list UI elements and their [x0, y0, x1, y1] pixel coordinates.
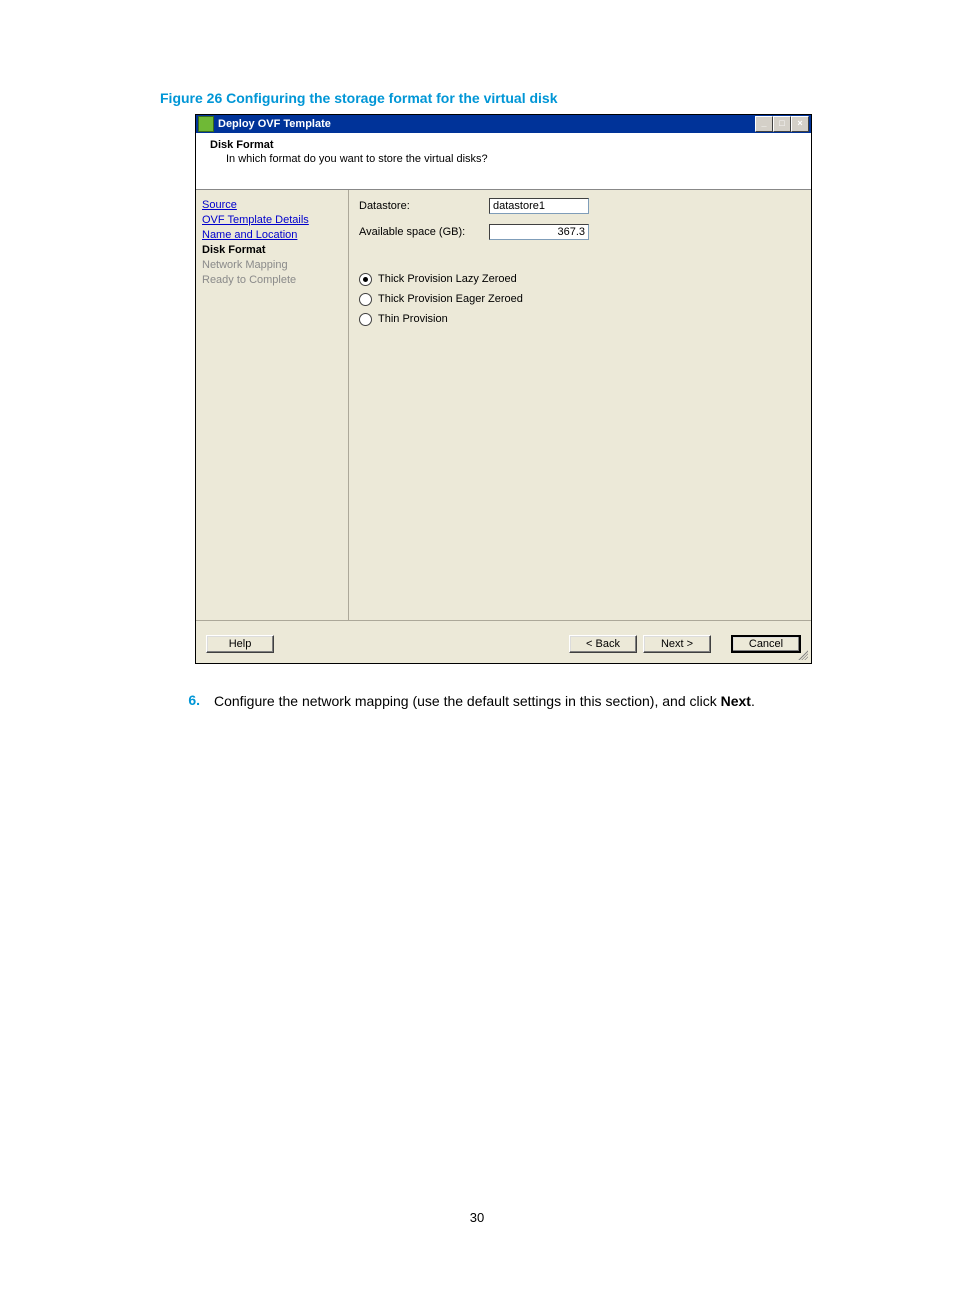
sidebar-item-network-mapping: Network Mapping — [202, 259, 288, 271]
radio-dot-icon — [359, 313, 372, 326]
sidebar-item-ovf-details[interactable]: OVF Template Details — [202, 214, 309, 226]
sidebar-item-name-location[interactable]: Name and Location — [202, 229, 297, 241]
sidebar-item-disk-format: Disk Format — [202, 244, 266, 256]
content-pane: Datastore: Available space (GB): Thick P… — [349, 190, 811, 620]
radio-label: Thick Provision Lazy Zeroed — [378, 273, 517, 285]
datastore-label: Datastore: — [359, 200, 489, 212]
step-text: Configure the network mapping (use the d… — [214, 692, 820, 712]
app-icon — [198, 116, 214, 132]
help-button[interactable]: Help — [206, 635, 274, 653]
radio-label: Thin Provision — [378, 313, 448, 325]
available-space-input — [489, 224, 589, 240]
header-title: Disk Format — [210, 139, 797, 151]
minimize-icon[interactable]: _ — [755, 116, 773, 132]
dialog-header: Disk Format In which format do you want … — [196, 133, 811, 190]
header-subtitle: In which format do you want to store the… — [226, 153, 797, 165]
radio-thick-eager[interactable]: Thick Provision Eager Zeroed — [359, 290, 801, 308]
radio-label: Thick Provision Eager Zeroed — [378, 293, 523, 305]
cancel-button[interactable]: Cancel — [731, 635, 801, 653]
instruction-step: 6. Configure the network mapping (use th… — [160, 692, 820, 712]
available-space-label: Available space (GB): — [359, 226, 489, 238]
page-number: 30 — [0, 1210, 954, 1225]
resize-grip-icon[interactable] — [796, 648, 808, 660]
step-number: 6. — [160, 692, 214, 708]
radio-dot-icon — [359, 273, 372, 286]
wizard-sidebar: Source OVF Template Details Name and Loc… — [196, 190, 349, 620]
dialog-deploy-ovf: Deploy OVF Template _ □ × Disk Format In… — [195, 114, 812, 664]
dialog-footer: Help < Back Next > Cancel — [196, 620, 811, 663]
window-title: Deploy OVF Template — [218, 118, 755, 130]
close-icon[interactable]: × — [791, 116, 809, 132]
sidebar-item-ready-complete: Ready to Complete — [202, 274, 296, 286]
maximize-icon[interactable]: □ — [773, 116, 791, 132]
radio-thin[interactable]: Thin Provision — [359, 310, 801, 328]
provision-radio-group: Thick Provision Lazy Zeroed Thick Provis… — [359, 270, 801, 328]
back-button[interactable]: < Back — [569, 635, 637, 653]
figure-caption: Figure 26 Configuring the storage format… — [160, 90, 820, 106]
datastore-input — [489, 198, 589, 214]
radio-thick-lazy[interactable]: Thick Provision Lazy Zeroed — [359, 270, 801, 288]
radio-dot-icon — [359, 293, 372, 306]
sidebar-item-source[interactable]: Source — [202, 199, 237, 211]
next-button[interactable]: Next > — [643, 635, 711, 653]
titlebar[interactable]: Deploy OVF Template _ □ × — [196, 115, 811, 133]
